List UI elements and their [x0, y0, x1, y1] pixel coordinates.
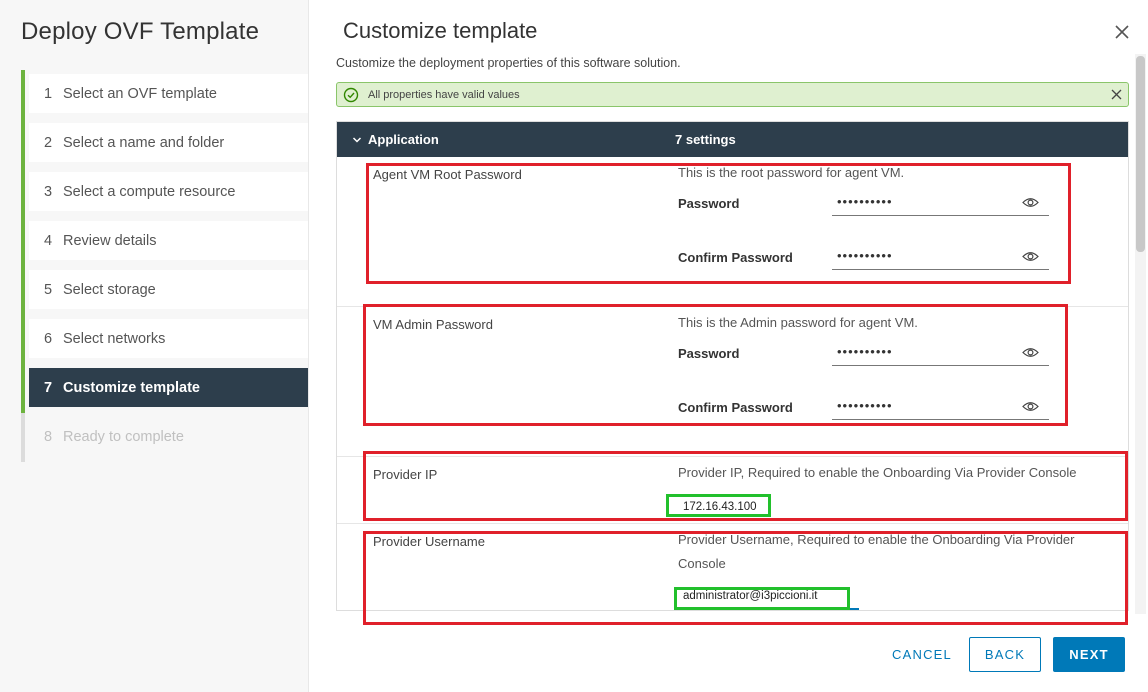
- page-subtitle: Customize the deployment properties of t…: [336, 56, 681, 70]
- group-count: 7 settings: [675, 132, 736, 147]
- property-description: This is the Admin password for agent VM.: [678, 315, 918, 330]
- eye-icon[interactable]: [1022, 400, 1039, 413]
- page-title: Customize template: [343, 18, 538, 43]
- provider-ip-input[interactable]: 172.16.43.100: [683, 501, 757, 513]
- password-value: ••••••••••: [837, 344, 893, 359]
- property-name: Provider Username: [373, 534, 485, 549]
- property-name: Agent VM Root Password: [373, 167, 522, 182]
- property-provider-ip: Provider IP Provider IP, Required to ena…: [337, 457, 1128, 524]
- check-circle-icon: [343, 87, 359, 102]
- alert-close-icon[interactable]: [1110, 88, 1123, 101]
- alert-text: All properties have valid values: [368, 88, 520, 101]
- next-button[interactable]: NEXT: [1053, 637, 1125, 672]
- group-header-application[interactable]: Application 7 settings: [337, 122, 1128, 157]
- step-number: 1: [44, 85, 53, 102]
- properties-panel[interactable]: Application 7 settings Agent VM Root Pas…: [336, 121, 1129, 611]
- property-provider-username: Provider Username Provider Username, Req…: [337, 524, 1128, 610]
- property-description: Provider Username, Required to enable th…: [678, 532, 1075, 571]
- scrollbar-thumb[interactable]: [1136, 56, 1145, 252]
- wizard-sidebar: Deploy OVF Template 1 Select an OVF templ…: [0, 0, 309, 692]
- step-number: 2: [44, 134, 53, 151]
- step-7[interactable]: 7 Customize template: [21, 364, 308, 413]
- step-number: 7: [44, 379, 53, 396]
- confirm-password-value: ••••••••••: [837, 398, 893, 413]
- group-name: Application: [368, 132, 439, 147]
- step-2[interactable]: 2 Select a name and folder: [21, 119, 308, 168]
- step-number: 8: [44, 428, 53, 445]
- step-label: Ready to complete: [63, 428, 184, 445]
- property-description: This is the root password for agent VM.: [678, 165, 905, 180]
- eye-icon[interactable]: [1022, 196, 1039, 209]
- step-3[interactable]: 3 Select a compute resource: [21, 168, 308, 217]
- eye-icon[interactable]: [1022, 250, 1039, 263]
- step-label: Customize template: [63, 379, 200, 396]
- eye-icon[interactable]: [1022, 346, 1039, 359]
- step-number: 4: [44, 232, 53, 249]
- wizard-steps: 1 Select an OVF template 2 Select a name a…: [21, 70, 308, 462]
- step-number: 6: [44, 330, 53, 347]
- step-label: Select storage: [63, 281, 156, 298]
- property-agent-root-password: Agent VM Root Password This is the root …: [337, 157, 1128, 307]
- step-4[interactable]: 4 Review details: [21, 217, 308, 266]
- password-label: Password: [678, 346, 740, 361]
- success-alert: All properties have valid values: [336, 82, 1129, 107]
- step-8: 8 Ready to complete: [21, 413, 308, 462]
- password-input[interactable]: ••••••••••: [832, 344, 1049, 366]
- step-label: Select an OVF template: [63, 85, 217, 102]
- password-input[interactable]: ••••••••••: [832, 194, 1049, 216]
- confirm-password-input[interactable]: ••••••••••: [832, 248, 1049, 270]
- step-6[interactable]: 6 Select networks: [21, 315, 308, 364]
- step-number: 3: [44, 183, 53, 200]
- property-name: Provider IP: [373, 467, 438, 482]
- provider-username-input[interactable]: administrator@i3piccioni.it: [683, 590, 859, 610]
- main-panel: Customize template Customize the deploym…: [310, 0, 1148, 692]
- close-icon: [1115, 25, 1129, 39]
- provider-username-value: administrator@i3piccioni.it: [683, 590, 818, 602]
- close-button[interactable]: [1112, 22, 1132, 42]
- cancel-button[interactable]: CANCEL: [882, 637, 962, 672]
- step-label: Select a compute resource: [63, 183, 236, 200]
- password-label: Password: [678, 196, 740, 211]
- password-value: ••••••••••: [837, 194, 893, 209]
- property-vm-admin-password: VM Admin Password This is the Admin pass…: [337, 307, 1128, 457]
- confirm-password-input[interactable]: ••••••••••: [832, 398, 1049, 420]
- step-1[interactable]: 1 Select an OVF template: [21, 70, 308, 119]
- step-label: Review details: [63, 232, 157, 249]
- step-number: 5: [44, 281, 53, 298]
- property-description: Provider IP, Required to enable the Onbo…: [678, 465, 1077, 480]
- deploy-ovf-dialog: Deploy OVF Template 1 Select an OVF templ…: [0, 0, 1148, 692]
- step-label: Select a name and folder: [63, 134, 225, 151]
- step-5[interactable]: 5 Select storage: [21, 266, 308, 315]
- confirm-password-label: Confirm Password: [678, 250, 793, 265]
- property-name: VM Admin Password: [373, 317, 493, 332]
- confirm-password-label: Confirm Password: [678, 400, 793, 415]
- confirm-password-value: ••••••••••: [837, 248, 893, 263]
- wizard-title: Deploy OVF Template: [21, 18, 260, 45]
- back-button[interactable]: BACK: [969, 637, 1041, 672]
- scrollbar[interactable]: [1135, 54, 1146, 614]
- step-label: Select networks: [63, 330, 166, 347]
- chevron-down-icon: [352, 136, 362, 143]
